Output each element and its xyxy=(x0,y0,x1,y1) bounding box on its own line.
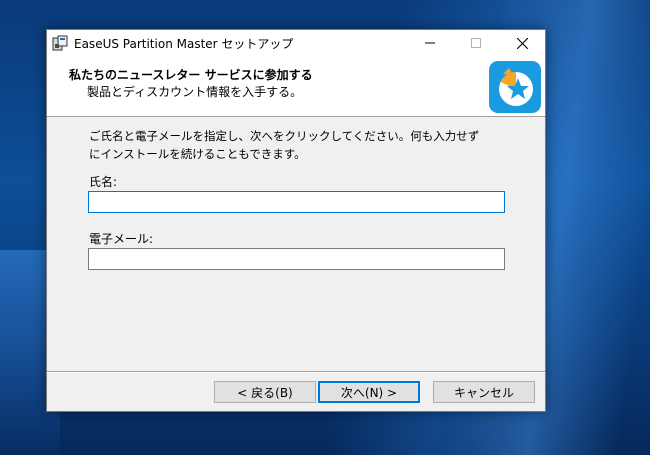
instruction-text: ご氏名と電子メールを指定し、次へをクリックしてください。何も入力せず にインスト… xyxy=(89,127,529,163)
title-bar[interactable]: EaseUS Partition Master セットアップ xyxy=(47,30,545,56)
footer-separator xyxy=(47,371,545,373)
instruction-line-2: にインストールを続けることもできます。 xyxy=(89,147,306,161)
setup-window: EaseUS Partition Master セットアップ 私たちのニュースレ… xyxy=(46,29,546,412)
installer-app-icon xyxy=(52,35,68,51)
window-title: EaseUS Partition Master セットアップ xyxy=(74,37,294,51)
header-subtitle: 製品とディスカウント情報を入手する。 xyxy=(87,85,303,99)
close-icon xyxy=(516,37,528,49)
minimize-button[interactable] xyxy=(407,30,453,56)
next-button[interactable]: 次へ(N) > xyxy=(318,381,420,403)
email-input[interactable] xyxy=(88,248,505,270)
cancel-button[interactable]: キャンセル xyxy=(433,381,535,403)
instruction-line-1: ご氏名と電子メールを指定し、次へをクリックしてください。何も入力せず xyxy=(89,129,480,143)
close-button[interactable] xyxy=(499,30,545,56)
maximize-icon xyxy=(471,38,481,48)
wizard-header: 私たちのニュースレター サービスに参加する 製品とディスカウント情報を入手する。 xyxy=(47,56,545,117)
minimize-icon xyxy=(425,42,435,44)
maximize-button[interactable] xyxy=(453,30,499,56)
back-button[interactable]: < 戻る(B) xyxy=(214,381,316,403)
name-label: 氏名: xyxy=(89,175,118,189)
email-label: 電子メール: xyxy=(89,232,154,246)
name-input[interactable] xyxy=(88,191,505,213)
header-title: 私たちのニュースレター サービスに参加する xyxy=(69,68,313,82)
easeus-star-logo-icon xyxy=(489,61,541,113)
